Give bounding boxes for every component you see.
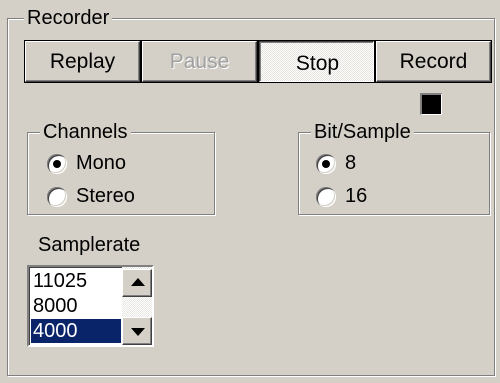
radio-16bit-label: 16 <box>345 185 368 207</box>
stop-button[interactable]: Stop <box>258 40 375 83</box>
channels-title: Channels <box>40 121 131 143</box>
scroll-up-button[interactable] <box>122 269 152 297</box>
record-level-indicator <box>420 93 442 115</box>
radio-8bit-dot <box>322 159 330 168</box>
record-button[interactable]: Record <box>375 40 492 83</box>
radio-8bit-label: 8 <box>345 152 357 174</box>
radio-mono[interactable]: Mono <box>47 152 126 175</box>
radio-8bit-circle[interactable] <box>316 153 336 174</box>
samplerate-scrollbar[interactable] <box>122 267 152 345</box>
bitsample-title: Bit/Sample <box>311 121 414 143</box>
samplerate-label: Samplerate <box>38 234 141 256</box>
radio-stereo-label: Stereo <box>76 185 135 207</box>
radio-mono-dot <box>53 159 61 168</box>
samplerate-item-11025[interactable]: 11025 <box>31 269 121 293</box>
radio-stereo[interactable]: Stereo <box>47 185 135 208</box>
replay-button[interactable]: Replay <box>24 40 141 83</box>
samplerate-item-4000[interactable]: 4000 <box>31 319 121 343</box>
radio-mono-label: Mono <box>76 152 127 174</box>
recorder-title: Recorder <box>24 7 113 29</box>
radio-16bit-circle[interactable] <box>316 186 336 207</box>
scroll-down-button[interactable] <box>122 317 152 345</box>
radio-stereo-circle[interactable] <box>47 186 67 207</box>
pause-button[interactable]: Pause <box>141 40 258 83</box>
arrow-down-icon <box>131 328 145 336</box>
samplerate-listbox[interactable]: 11025 8000 4000 <box>27 265 154 347</box>
samplerate-item-8000[interactable]: 8000 <box>31 294 121 318</box>
arrow-up-icon <box>131 278 145 286</box>
radio-16bit[interactable]: 16 <box>316 185 367 208</box>
radio-8bit[interactable]: 8 <box>316 152 356 175</box>
radio-mono-circle[interactable] <box>47 153 67 174</box>
